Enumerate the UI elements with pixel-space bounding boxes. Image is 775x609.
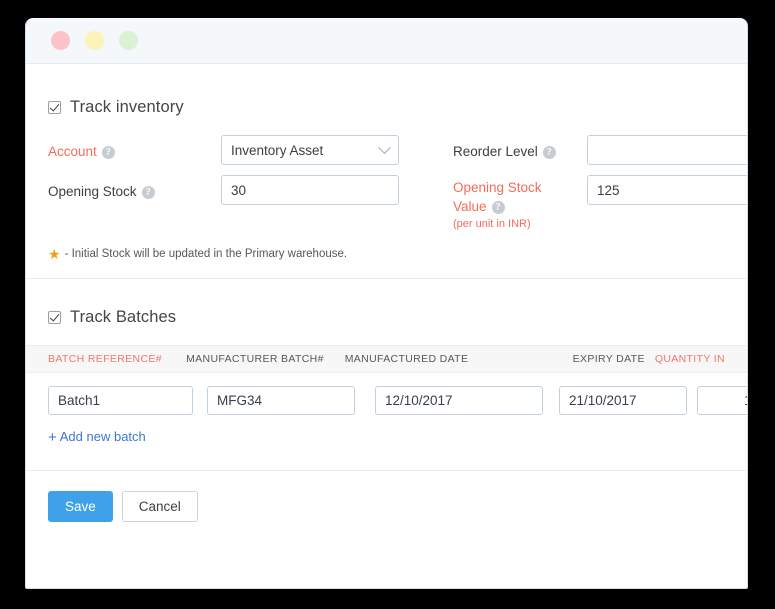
minimize-window-button[interactable] [85,31,104,50]
maximize-window-button[interactable] [119,31,138,50]
window-titlebar [26,18,747,64]
account-select[interactable]: Inventory Asset [221,135,399,165]
account-select-value: Inventory Asset [231,143,323,158]
add-new-batch-button[interactable]: +Add new batch [48,429,146,446]
section-divider-1 [26,278,747,279]
add-new-batch-label: Add new batch [60,429,146,444]
column-header-expiry-date: EXPIRY DATE [522,353,645,365]
save-button[interactable]: Save [48,491,113,522]
form-actions: Save Cancel [48,491,725,522]
expiry-date-input[interactable] [559,386,687,415]
close-window-button[interactable] [51,31,70,50]
star-icon: ★ [48,247,61,261]
column-header-manufactured-date: MANUFACTURED DATE [345,353,506,365]
manufactured-date-input[interactable] [375,386,543,415]
chevron-down-icon [378,141,391,154]
app-window: Track inventory Account? Inventory Asset… [25,18,748,589]
opening-stock-label: Opening Stock? [48,182,155,201]
column-header-quantity-in: QUANTITY IN [655,353,725,365]
reorder-level-input[interactable] [587,135,748,165]
track-inventory-checkbox[interactable] [48,101,61,114]
column-header-manufacturer-batch: MANUFACTURER BATCH# [186,353,325,365]
opening-stock-value-label: Opening Stock Value? (per unit in INR) [453,178,563,233]
track-inventory-label: Track inventory [70,98,184,117]
quantity-in-input[interactable] [697,386,748,415]
track-inventory-section-header: Track inventory [48,96,725,118]
track-batches-label: Track Batches [70,308,176,327]
column-header-batch-reference: BATCH REFERENCE# [48,353,172,365]
opening-stock-value-input[interactable] [587,175,748,205]
opening-stock-input[interactable] [221,175,399,205]
reorder-level-help-icon[interactable]: ? [543,146,556,159]
track-batches-section-header: Track Batches [48,306,725,328]
account-help-icon[interactable]: ? [102,146,115,159]
opening-stock-help-icon[interactable]: ? [142,186,155,199]
form-content: Track inventory Account? Inventory Asset… [26,96,747,522]
batches-table: BATCH REFERENCE# MANUFACTURER BATCH# MAN… [48,345,725,446]
reorder-level-label: Reorder Level? [453,142,556,161]
manufacturer-batch-input[interactable] [207,386,355,415]
opening-stock-value-help-icon[interactable]: ? [492,201,505,214]
inventory-fields: Account? Inventory Asset Opening Stock? … [48,135,725,231]
section-divider-2 [26,470,747,471]
initial-stock-note-text: - Initial Stock will be updated in the P… [65,248,348,260]
track-batches-checkbox[interactable] [48,311,61,324]
initial-stock-note: ★ - Initial Stock will be updated in the… [48,247,725,261]
plus-icon: + [48,429,57,446]
batches-table-header: BATCH REFERENCE# MANUFACTURER BATCH# MAN… [26,345,747,373]
batch-reference-input[interactable] [48,386,193,415]
cancel-button[interactable]: Cancel [122,491,198,522]
table-row: × [48,373,725,427]
opening-stock-value-unit-note: (per unit in INR) [453,216,563,233]
account-label: Account? [48,142,115,161]
